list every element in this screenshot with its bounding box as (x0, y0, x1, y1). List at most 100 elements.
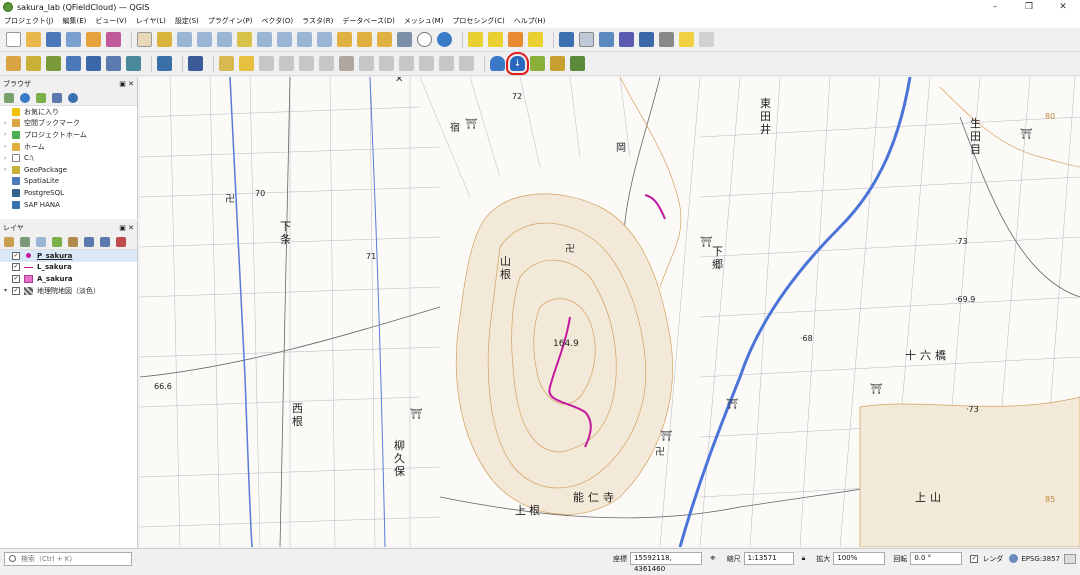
filter-icon[interactable] (36, 92, 46, 103)
print-layout-icon[interactable] (86, 32, 101, 47)
menu-edit[interactable]: 編集(E) (63, 16, 87, 26)
add-mesh-icon[interactable] (86, 56, 101, 71)
undo-icon[interactable] (439, 56, 454, 71)
move-feature-icon[interactable] (319, 56, 334, 71)
statistics-icon[interactable] (619, 32, 634, 47)
layer-item-p-sakura[interactable]: ✓ P_sakura (0, 250, 137, 262)
zoom-to-layer-icon[interactable] (257, 32, 272, 47)
close-button[interactable]: ✕ (1046, 0, 1080, 14)
select-by-location-icon[interactable] (528, 32, 543, 47)
menu-raster[interactable]: ラスタ(R) (302, 16, 333, 26)
browser-item-spatial-bookmarks[interactable]: › 空間ブックマーク (0, 118, 137, 130)
panel-close-icon[interactable]: ▣ ✕ (119, 80, 134, 88)
menu-layer[interactable]: レイヤ(L) (136, 16, 166, 26)
crs-button[interactable]: EPSG:3857 (1021, 555, 1060, 563)
menu-processing[interactable]: プロセシング(C) (452, 16, 504, 26)
digitize-icon[interactable] (279, 56, 294, 71)
measure-icon[interactable] (659, 32, 674, 47)
collapse-all-layers-icon[interactable] (100, 236, 110, 247)
zoom-to-native-icon[interactable] (277, 32, 292, 47)
open-data-source-manager-icon[interactable] (6, 56, 21, 71)
node-tool-icon[interactable] (299, 56, 314, 71)
menu-help[interactable]: ヘルプ(H) (514, 16, 546, 26)
zoom-in-icon[interactable] (177, 32, 192, 47)
add-selected-icon[interactable] (4, 92, 14, 103)
collapse-all-icon[interactable] (52, 92, 62, 103)
attribute-table-icon[interactable] (579, 32, 594, 47)
current-edits-icon[interactable] (219, 56, 234, 71)
zoom-full-icon[interactable] (217, 32, 232, 47)
show-bookmarks-icon[interactable] (397, 32, 412, 47)
filter-expression-icon[interactable] (68, 236, 78, 247)
browser-item-postgresql[interactable]: PostgreSQL (0, 187, 137, 199)
refresh-browser-icon[interactable] (20, 92, 30, 103)
new-bookmark-icon[interactable] (377, 32, 392, 47)
map-svg[interactable]: ✕ 卍 卍 ⛩ ⛩ ⛩ ⛩ ⛩ ⛩ 卍 ⛩ (140, 77, 1080, 547)
lock-scale-icon[interactable]: ⎈ (710, 554, 716, 563)
qfieldcloud-sync-icon[interactable]: ↓ (506, 52, 529, 75)
render-checkbox[interactable]: ✓ (970, 554, 979, 563)
copy-icon[interactable] (399, 56, 414, 71)
lock-icon[interactable]: 🔒︎ (802, 554, 806, 563)
new-project-icon[interactable] (6, 32, 21, 47)
add-vector-icon[interactable] (46, 56, 61, 71)
qfieldcloud-icon[interactable] (490, 56, 505, 71)
magnifier-spinbox[interactable]: 100% (833, 552, 886, 565)
layer-checkbox[interactable]: ✓ (12, 274, 20, 283)
style-manager-icon[interactable] (106, 32, 121, 47)
panel-close-icon[interactable]: ▣ ✕ (119, 224, 134, 232)
map-canvas[interactable]: ✕ 卍 卍 ⛩ ⛩ ⛩ ⛩ ⛩ ⛩ 卍 ⛩ 東田井 生田目 山根 下条 下郷 西… (140, 77, 1080, 547)
cut-icon[interactable] (379, 56, 394, 71)
browser-item-project-home[interactable]: › プロジェクトホーム (0, 129, 137, 141)
new-3d-view-icon[interactable] (357, 32, 372, 47)
new-geopackage-icon[interactable] (26, 56, 41, 71)
add-wfs-icon[interactable] (126, 56, 141, 71)
expand-all-icon[interactable] (84, 236, 94, 247)
pan-to-selection-icon[interactable] (157, 32, 172, 47)
toggle-editing-icon[interactable] (239, 56, 254, 71)
menu-settings[interactable]: 設定(S) (175, 16, 199, 26)
browser-item-geopackage[interactable]: › GeoPackage (0, 164, 137, 176)
zoom-last-icon[interactable] (297, 32, 312, 47)
filter-legend-icon[interactable] (52, 236, 62, 247)
qfieldsync-sync-icon[interactable] (550, 56, 565, 71)
temporal-controller-icon[interactable] (417, 32, 432, 47)
messages-icon[interactable] (1064, 553, 1076, 564)
deselect-icon[interactable] (508, 32, 523, 47)
manage-themes-icon[interactable] (36, 236, 46, 247)
remove-layer-icon[interactable] (116, 236, 126, 247)
processing-toolbox-icon[interactable] (599, 32, 614, 47)
scale-combo[interactable]: 1:13571 (743, 552, 794, 565)
save-project-icon[interactable] (46, 32, 61, 47)
locator-search-input[interactable]: 検索（Ctrl + K） (4, 551, 132, 566)
delete-selected-icon[interactable] (359, 56, 374, 71)
add-raster-icon[interactable] (66, 56, 81, 71)
layer-item-gsi-pale-map[interactable]: ▾ ✓ 地理院地図（淡色） (0, 285, 137, 297)
paste-icon[interactable] (419, 56, 434, 71)
browser-item-spatialite[interactable]: SpatiaLite (0, 176, 137, 188)
field-calculator-icon[interactable] (639, 32, 654, 47)
browser-item-favorites[interactable]: お気に入り (0, 106, 137, 118)
layer-item-l-sakura[interactable]: ✓ L_sakura (0, 262, 137, 274)
layer-item-a-sakura[interactable]: ✓ A_sakura (0, 273, 137, 285)
qfieldsync-package-icon[interactable] (530, 56, 545, 71)
pan-icon[interactable] (137, 32, 152, 47)
zoom-to-selection-icon[interactable] (237, 32, 252, 47)
python-console-icon[interactable] (157, 56, 172, 71)
layer-checkbox[interactable]: ✓ (12, 251, 20, 260)
maximize-button[interactable]: ❐ (1012, 0, 1046, 14)
menu-database[interactable]: データベース(D) (342, 16, 395, 26)
refresh-icon[interactable] (437, 32, 452, 47)
zoom-next-icon[interactable] (317, 32, 332, 47)
minimize-button[interactable]: – (978, 0, 1012, 14)
menu-project[interactable]: プロジェクト(J) (4, 16, 54, 26)
zoom-out-icon[interactable] (197, 32, 212, 47)
map-tips-icon[interactable] (679, 32, 694, 47)
identify-icon[interactable] (559, 32, 574, 47)
rotation-spinbox[interactable]: 0.0 ° (910, 552, 963, 565)
browser-item-c-drive[interactable]: › C:\ (0, 152, 137, 164)
menu-vector[interactable]: ベクタ(O) (261, 16, 293, 26)
coordinate-field[interactable]: 15592118, 4361460 (629, 552, 702, 573)
save-edits-icon[interactable] (259, 56, 274, 71)
modify-attributes-icon[interactable] (339, 56, 354, 71)
